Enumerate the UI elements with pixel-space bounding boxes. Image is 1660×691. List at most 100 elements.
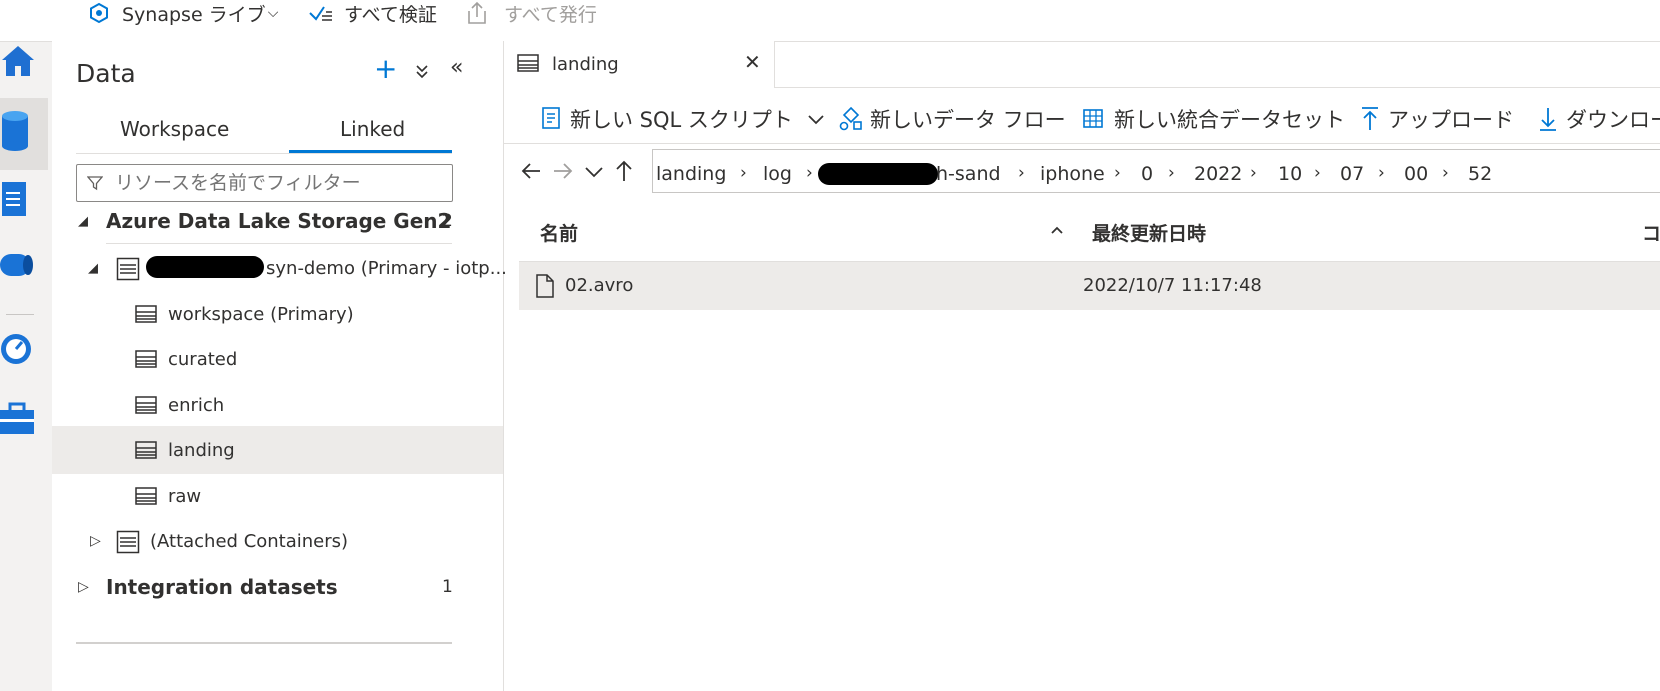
table-row[interactable]: 02.avro 2022/10/7 11:17:48	[519, 261, 1660, 310]
container-item[interactable]: enrich	[52, 381, 503, 429]
manage-icon[interactable]	[0, 400, 36, 436]
container-label: curated	[168, 348, 238, 370]
container-icon	[135, 350, 157, 368]
container-label: landing	[168, 439, 235, 461]
filter-input[interactable]	[113, 171, 447, 195]
container-icon	[517, 54, 539, 72]
column-header-truncated[interactable]: コ	[1642, 219, 1660, 246]
file-modified: 2022/10/7 11:17:48	[1083, 275, 1262, 296]
breadcrumb-item[interactable]: log	[763, 163, 792, 185]
validate-all-button[interactable]: すべて検証	[308, 0, 437, 26]
synapse-live-label: Synapse ライブ	[122, 3, 266, 26]
breadcrumb-item[interactable]: 2022	[1194, 163, 1242, 185]
recent-locations-chevron-icon[interactable]	[584, 165, 604, 179]
new-dataset-label: 新しい統合データセット	[1114, 108, 1345, 132]
home-icon[interactable]	[0, 42, 36, 80]
breadcrumb-separator-icon: ›	[1314, 163, 1321, 183]
dataset-table-icon	[1083, 109, 1103, 128]
main-area: landing ✕ 新しい SQL スクリプト 新しいデータ フロー 新しい統合…	[504, 41, 1660, 691]
redaction-mark	[146, 256, 264, 278]
file-icon	[536, 274, 554, 298]
sql-script-icon	[542, 107, 560, 129]
breadcrumb-item[interactable]: 10	[1278, 163, 1302, 185]
new-sql-script-button[interactable]: 新しい SQL スクリプト	[540, 101, 825, 137]
top-toolbar: Synapse ライブ ⌵ すべて検証 すべて発行	[0, 0, 1660, 42]
container-item[interactable]: workspace (Primary)	[52, 290, 503, 338]
breadcrumb-separator-icon: ›	[1442, 163, 1449, 183]
adls-section-header[interactable]: ◢ Azure Data Lake Storage Gen2 2	[52, 197, 503, 245]
tab-strip-border	[774, 87, 1660, 88]
adls-section-label: Azure Data Lake Storage Gen2	[106, 209, 452, 233]
container-item-selected[interactable]: landing	[52, 426, 503, 474]
expanded-triangle-icon: ◢	[88, 260, 98, 276]
close-tab-icon[interactable]: ✕	[744, 50, 761, 74]
breadcrumb[interactable]	[652, 149, 1660, 193]
breadcrumb-separator-icon: ›	[1168, 163, 1175, 183]
breadcrumb-separator-icon: ›	[1378, 163, 1385, 183]
storage-account-label: syn-demo (Primary - iotp...	[266, 257, 507, 279]
left-navigation-rail: »	[0, 0, 53, 691]
collapse-all-icon[interactable]	[414, 63, 430, 79]
container-icon	[135, 396, 157, 414]
download-label: ダウンロー	[1566, 108, 1660, 132]
synapse-live-button[interactable]: Synapse ライブ ⌵	[88, 0, 278, 26]
breadcrumb-item[interactable]: landing	[656, 163, 726, 185]
container-label: enrich	[168, 394, 225, 416]
breadcrumb-separator-icon: ›	[1250, 163, 1257, 183]
publish-all-button[interactable]: すべて発行	[466, 0, 597, 26]
breadcrumb-separator-icon: ›	[806, 163, 813, 183]
upload-icon	[1362, 107, 1378, 130]
container-item[interactable]: raw	[52, 472, 503, 520]
tab-landing[interactable]: landing ✕	[504, 41, 775, 87]
back-arrow-icon[interactable]	[520, 161, 542, 181]
new-dataflow-button[interactable]: 新しいデータ フロー	[838, 101, 1066, 137]
sort-ascending-icon[interactable]	[1050, 225, 1064, 235]
attached-containers-label: (Attached Containers)	[150, 530, 349, 552]
breadcrumb-item[interactable]: iphone	[1040, 163, 1105, 185]
container-item[interactable]: curated	[52, 335, 503, 383]
attached-containers-item[interactable]: ▷ (Attached Containers)	[52, 517, 503, 565]
monitor-icon[interactable]	[0, 332, 34, 366]
collapsed-triangle-icon: ▷	[90, 533, 101, 549]
synapse-icon	[90, 2, 108, 24]
up-arrow-icon[interactable]	[614, 159, 634, 183]
develop-icon[interactable]	[0, 180, 32, 220]
upload-label: アップロード	[1388, 108, 1514, 132]
collapse-panel-icon[interactable]: «	[450, 55, 463, 80]
add-icon[interactable]: +	[374, 55, 397, 83]
forward-arrow-icon[interactable]	[552, 161, 574, 181]
integrate-icon[interactable]	[0, 250, 36, 280]
tab-title: landing	[552, 54, 619, 75]
new-sql-script-label: 新しい SQL スクリプト	[570, 108, 793, 132]
download-button[interactable]: ダウンロー	[1538, 101, 1660, 137]
validate-all-label: すべて検証	[344, 3, 437, 26]
container-icon	[135, 487, 157, 505]
tab-workspace[interactable]: Workspace	[120, 117, 229, 141]
container-icon	[135, 441, 157, 459]
rail-separator	[6, 314, 34, 315]
data-panel: Data + « Workspace Linked ◢ Azure Data L…	[52, 41, 507, 691]
breadcrumb-item[interactable]: 07	[1340, 163, 1364, 185]
dataflow-icon	[839, 106, 862, 131]
breadcrumb-separator-icon: ›	[1018, 163, 1025, 183]
chevron-down-icon[interactable]	[807, 113, 825, 125]
storage-account-item[interactable]: ◢ syn-demo (Primary - iotp...	[52, 244, 507, 292]
container-icon	[135, 305, 157, 323]
container-label: workspace (Primary)	[168, 303, 354, 325]
breadcrumb-separator-icon: ›	[740, 163, 747, 183]
column-header-modified[interactable]: 最終更新日時	[1092, 219, 1206, 246]
data-icon[interactable]	[0, 110, 32, 152]
new-dataset-button[interactable]: 新しい統合データセット	[1082, 101, 1345, 137]
breadcrumb-item[interactable]: 0	[1141, 163, 1153, 185]
breadcrumb-item[interactable]: h-sand	[936, 163, 1001, 185]
panel-title: Data	[76, 59, 136, 88]
breadcrumb-separator-icon: ›	[1114, 163, 1121, 183]
breadcrumb-item[interactable]: 52	[1468, 163, 1492, 185]
container-label: raw	[168, 485, 202, 507]
integration-section-header[interactable]: ▷ Integration datasets 1	[52, 563, 503, 611]
breadcrumb-item[interactable]: 00	[1404, 163, 1428, 185]
upload-button[interactable]: アップロード	[1360, 101, 1514, 137]
column-header-name[interactable]: 名前	[540, 219, 578, 246]
tab-linked[interactable]: Linked	[340, 117, 405, 141]
collapsed-triangle-icon: ▷	[78, 579, 89, 595]
